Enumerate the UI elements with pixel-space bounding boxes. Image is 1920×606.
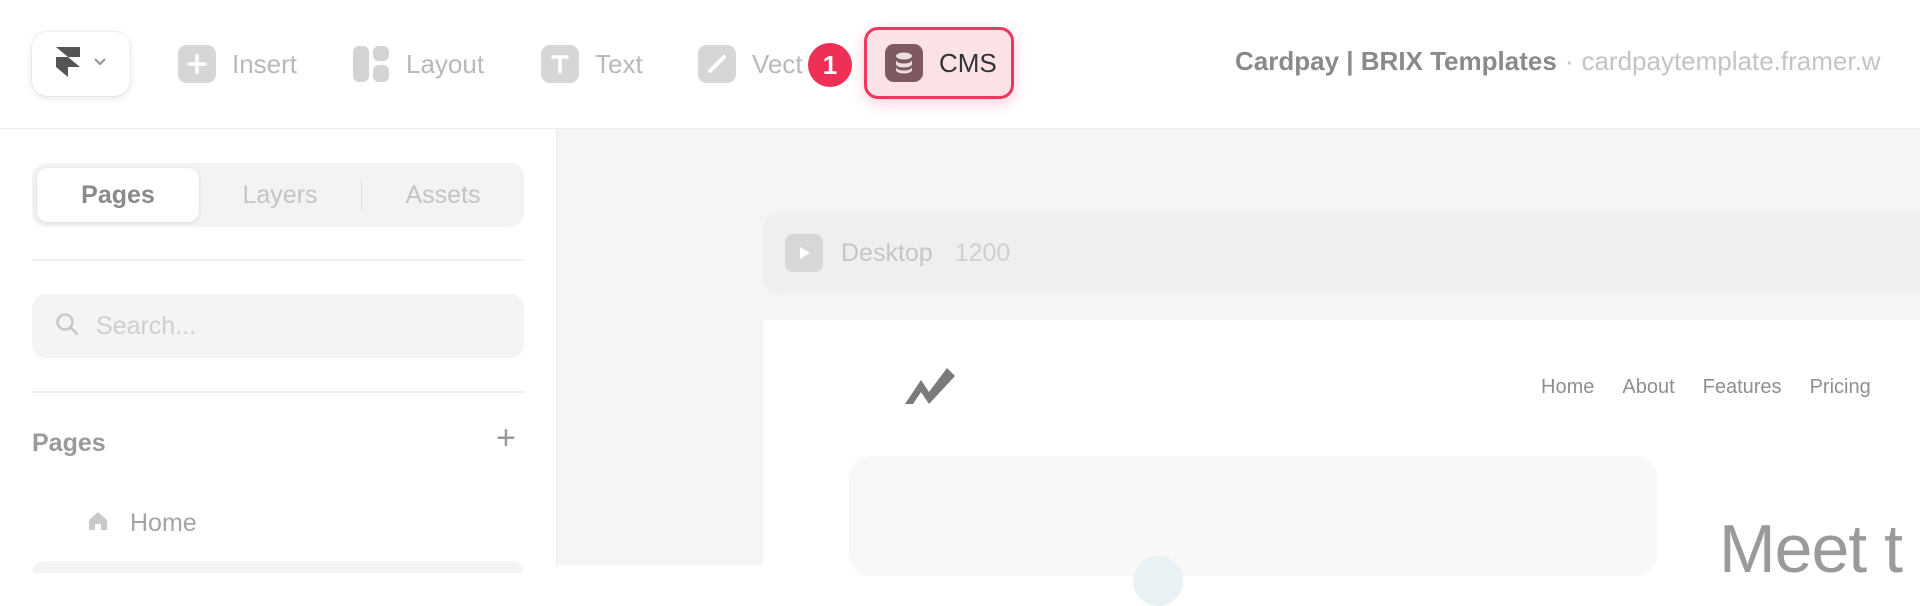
divider [32, 391, 524, 393]
title-separator: · [1564, 46, 1574, 76]
tab-assets[interactable]: Assets [362, 168, 524, 222]
site-nav: Home About Features Pricing [1541, 376, 1871, 399]
text-tool[interactable]: Text [541, 44, 643, 84]
page-item-label: Home [130, 509, 197, 537]
top-toolbar: Insert Layout Text Vect CMS 1 Cardpay | … [0, 0, 1920, 129]
layout-tool[interactable]: Layout [352, 44, 484, 84]
insert-label: Insert [232, 48, 298, 79]
nav-pricing[interactable]: Pricing [1810, 376, 1871, 399]
layout-icon [352, 45, 390, 83]
vector-tool[interactable]: Vect [698, 44, 803, 84]
nav-home[interactable]: Home [1541, 376, 1594, 399]
tab-pages[interactable]: Pages [37, 168, 199, 222]
site-name: Cardpay | BRIX Templates [1235, 46, 1557, 76]
vector-label: Vect [752, 48, 803, 79]
cms-label: CMS [939, 47, 997, 78]
site-url[interactable]: cardpaytemplate.framer.w [1581, 46, 1880, 76]
text-icon [541, 45, 579, 83]
page-item-home[interactable]: Home [86, 509, 197, 538]
search-placeholder: Search... [96, 311, 197, 340]
layout-label: Layout [406, 48, 485, 79]
brand-logo-icon [903, 366, 957, 411]
framer-menu-button[interactable] [32, 32, 130, 96]
frame-name: Desktop [841, 238, 933, 267]
tab-layers[interactable]: Layers [199, 168, 361, 222]
database-icon [885, 44, 923, 82]
hero-headline: Meet t [1719, 511, 1903, 587]
nav-about[interactable]: About [1622, 376, 1674, 399]
divider [32, 259, 524, 261]
add-page-button[interactable]: + [496, 421, 516, 455]
search-icon [54, 311, 80, 342]
framer-logo-icon [54, 45, 82, 84]
play-icon[interactable] [785, 234, 823, 272]
site-preview[interactable]: Home About Features Pricing Meet t [763, 320, 1920, 606]
chevron-down-icon [92, 55, 108, 73]
page-list-row [32, 561, 524, 573]
hero-decoration [1133, 556, 1183, 606]
search-input[interactable]: Search... [32, 294, 524, 358]
hero-card [849, 456, 1657, 576]
insert-tool[interactable]: Insert [178, 44, 297, 84]
step-badge: 1 [808, 43, 852, 87]
sidebar-tabs: Pages Layers Assets [32, 163, 524, 227]
left-sidebar: Pages Layers Assets Search... Pages + Ho… [0, 129, 557, 573]
site-title: Cardpay | BRIX Templates · cardpaytemplate… [1235, 46, 1881, 77]
text-label: Text [595, 48, 643, 79]
vector-pen-icon [698, 45, 736, 83]
frame-width: 1200 [954, 238, 1011, 267]
nav-features[interactable]: Features [1703, 376, 1782, 399]
pages-section-title: Pages [32, 429, 106, 457]
home-icon [86, 509, 110, 538]
plus-square-icon [178, 45, 216, 83]
cms-button[interactable]: CMS [864, 27, 1014, 99]
frame-header[interactable]: Desktop 1200 [763, 213, 1920, 293]
